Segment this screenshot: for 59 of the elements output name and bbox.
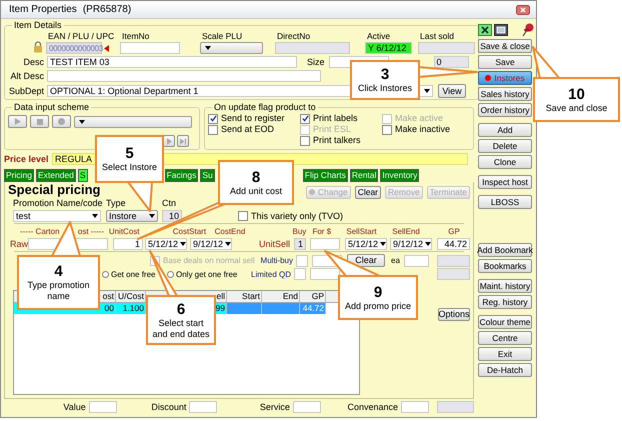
input-field: 1 (294, 238, 306, 250)
status-field: Y 6/12/12 (365, 42, 412, 54)
step-text: Click Instores (358, 83, 412, 94)
group-title: On update flag product to (213, 102, 317, 113)
field-label: Last sold (420, 31, 456, 42)
price-level-label: Price level (4, 154, 50, 164)
table-cell: 1.100 (116, 303, 146, 314)
unit-label: ea (391, 255, 400, 266)
field-label: GP (447, 226, 461, 237)
field-label: Scale PLU (202, 31, 244, 42)
field-label: Convenance (346, 402, 398, 412)
field-label: Raw (10, 238, 28, 250)
step-text: Select start and end dates (151, 318, 211, 340)
input-field: 10 (162, 210, 182, 222)
step-text: Add unit cost (230, 186, 282, 196)
field-label: Discount (150, 402, 186, 412)
field-label: CostStart (172, 226, 208, 237)
field-label: ----- Carton (20, 226, 60, 237)
field-label: ost ----- (78, 226, 106, 237)
field-label: Desc (22, 57, 44, 67)
step-number: 3 (380, 66, 390, 83)
step-text: Save and close (546, 102, 608, 114)
table-cell: 44.72 (300, 303, 326, 314)
field-label: SellStart (346, 226, 378, 237)
window-title: Item Properties (9, 4, 77, 15)
field-label: Ctn (162, 198, 176, 209)
field-label: Limited QD (251, 268, 292, 280)
field-label: Promotion Name/code (13, 198, 104, 209)
step-number: 8 (252, 168, 260, 186)
field-label: Type (106, 198, 127, 209)
field-label: Size (307, 57, 325, 67)
step-number: 9 (374, 284, 382, 300)
group-title: Data input scheme (13, 102, 90, 113)
group-title: Item Details (13, 20, 63, 31)
field-label: Value (62, 402, 86, 412)
input-field: 44.72 (437, 238, 470, 250)
column-header: End (262, 291, 300, 302)
step-number: 10 (568, 86, 585, 102)
field-label: SellEnd (392, 226, 421, 237)
step-number: 4 (54, 263, 63, 280)
column-header: Start (227, 291, 262, 302)
field-label: ItemNo (122, 31, 150, 42)
column-header: GP (300, 291, 326, 302)
field-label: DirectNo (277, 31, 312, 42)
field-label: Service (258, 402, 290, 412)
section-title: Special pricing (8, 182, 100, 197)
field-label: Active (367, 31, 392, 42)
step-text: Add promo price (344, 300, 412, 312)
field-label: Multi-buy (260, 255, 293, 266)
input-field: 0 (434, 56, 469, 68)
field-label: Buy (292, 226, 308, 237)
field-label: Alt Desc (9, 71, 44, 81)
window-code: (PR65878) (82, 4, 132, 15)
field-label: For $ (312, 226, 332, 237)
field-label: UnitSell (258, 238, 290, 250)
field-label: CostEnd (214, 226, 246, 237)
field-label: SubDept (8, 86, 44, 96)
field-label: UnitCost (108, 226, 140, 237)
step-text: Select Instore (102, 162, 158, 173)
